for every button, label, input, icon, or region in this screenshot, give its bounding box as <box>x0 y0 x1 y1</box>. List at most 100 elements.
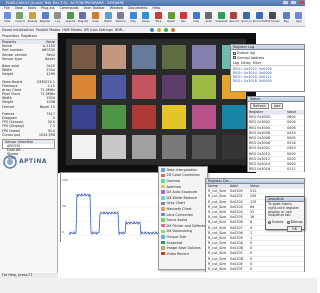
col-addr-header: Addr <box>230 184 238 188</box>
radio-icon[interactable] <box>286 220 290 224</box>
video-record-icon <box>161 251 165 256</box>
graph-tick-label: 0 <box>62 230 64 234</box>
zoom-out-tool-button[interactable]: Zoom Out <box>253 11 266 27</box>
dialog-ok-button[interactable]: OK <box>287 226 302 233</box>
control-tool-button[interactable]: Control <box>14 11 27 27</box>
dialog-text: To grab frame, right-click register disp… <box>268 202 299 218</box>
color-patch <box>72 105 96 129</box>
color-patch <box>132 105 156 129</box>
color-patch <box>102 135 126 159</box>
cell-name: R_cut_Size <box>208 220 227 225</box>
dx-auto-exposure-icon <box>161 190 165 194</box>
camera-view[interactable] <box>58 33 256 173</box>
snapshot-tool-button[interactable]: Snapshot <box>215 11 228 27</box>
preset-orange-icon[interactable] <box>171 28 175 32</box>
reg-tool-button[interactable]: Reg <box>280 11 293 27</box>
graph-window[interactable]: 100 50 0 <box>60 172 161 243</box>
preset-yellow-icon[interactable] <box>157 28 161 32</box>
grab-tool-button[interactable]: Grab <box>203 11 216 27</box>
appl-tool-button[interactable]: Appl <box>292 11 305 27</box>
reset-tool-button[interactable]: Reset <box>165 11 178 27</box>
register-tool-button[interactable]: Register <box>39 11 52 27</box>
color-patch <box>72 75 96 99</box>
color-patch <box>222 105 246 129</box>
quick-setting-2[interactable]: HDR Modes <box>62 28 82 32</box>
rec-tool-button[interactable]: Rec <box>177 11 190 27</box>
menu-item-image-save-options[interactable]: Image Save Options <box>159 245 207 251</box>
record-tool-button[interactable]: Record <box>228 11 241 27</box>
full-screen-tool-button[interactable]: Full Screen <box>266 11 280 27</box>
radio-icon[interactable] <box>268 220 271 224</box>
register-tab-filter[interactable]: Filter <box>253 61 261 65</box>
watch-row[interactable]: REG 0x3016 0111 <box>248 167 304 173</box>
preset-blue-icon[interactable] <box>150 28 154 32</box>
record-tool-label: Record <box>229 20 239 23</box>
property-name: Cursor pos <box>2 132 21 137</box>
dialog-option[interactable]: Enable <box>268 220 284 224</box>
watch-value: 0111 <box>287 167 296 172</box>
cell-value: 8 <box>250 220 253 225</box>
sensor-selection-box: Sensor Selection AR0330 Dual AR... Stereo S… <box>2 138 55 160</box>
stop-tool-button[interactable]: Stop <box>152 11 165 27</box>
snap-tool-button[interactable]: Snap <box>89 11 102 27</box>
log-tool-button[interactable]: Log <box>51 11 64 27</box>
zoom-out-tool-label: Zoom Out <box>252 20 266 23</box>
quick-setting-3[interactable]: DR Gain Settings <box>84 28 113 32</box>
quick-setting-1[interactable]: Parallel Modes <box>36 28 60 32</box>
menu-item-2d-color-correction[interactable]: 2D Color Correction <box>159 173 207 179</box>
cell-addr: 0x0205 <box>230 215 243 220</box>
tab-registers[interactable]: Registers <box>21 34 37 38</box>
color-patch <box>192 105 216 129</box>
menu-item-label: DX Flicker and Defects <box>166 223 206 228</box>
stills-tool-button[interactable]: Stills <box>1 11 14 27</box>
dialog-option[interactable]: Bitmap <box>286 220 303 224</box>
table-row[interactable]: R_cut_Size 0x020F 0 <box>206 267 304 273</box>
full-screen-tool-label: Full Screen <box>265 20 280 23</box>
property-row[interactable]: Cursor pos 1024,598 <box>0 133 57 137</box>
property-value: 1296 <box>46 72 55 77</box>
zoom-in-tool-button[interactable]: Zoom In <box>240 11 253 27</box>
pause-tool-button[interactable]: Pause <box>140 11 153 27</box>
logo-text: APTINA <box>19 158 48 166</box>
register-tab-log[interactable]: Log <box>233 61 239 65</box>
reg-icon <box>282 12 290 19</box>
checkbox-icon[interactable] <box>233 51 236 55</box>
maximize-button[interactable] <box>290 0 297 5</box>
close-button[interactable] <box>298 0 305 5</box>
magnify-tool-button[interactable]: Magnify <box>77 11 90 27</box>
play-tool-button[interactable]: Play <box>127 11 140 27</box>
graphs-tool-button[interactable]: Graphs <box>64 11 77 27</box>
color-patch <box>222 135 246 159</box>
register-tab-delay[interactable]: Delay <box>241 61 251 65</box>
graphs-tool-label: Graphs <box>65 20 75 23</box>
watch-refresh-button[interactable]: Refresh <box>250 103 269 109</box>
presets-tool-button[interactable]: Presets <box>26 11 39 27</box>
menu-item-label: Image Save Options <box>166 246 201 251</box>
cell-addr: 0x0208 <box>230 230 243 235</box>
auto-tool-button[interactable]: Auto <box>190 11 203 27</box>
quick-setting-4[interactable]: HDR... <box>115 28 126 32</box>
tab-properties[interactable]: Properties <box>2 34 19 38</box>
register-option[interactable]: Symbol Address <box>233 56 302 61</box>
appl-icon <box>295 12 303 19</box>
options-tool-button[interactable]: Options <box>114 11 127 27</box>
quick-setting-0[interactable]: Demo Initialization <box>2 28 34 32</box>
cell-name: R_cut_Size <box>208 204 227 209</box>
snapshot-icon <box>161 240 165 245</box>
checkbox-icon[interactable] <box>233 56 236 60</box>
menu-item-dx-flicker-and-defects[interactable]: DX Flicker and Defects <box>159 223 207 229</box>
cell-value: 64 <box>250 204 255 209</box>
preset-green-icon[interactable] <box>164 28 168 32</box>
watch-add-button[interactable]: Add <box>270 103 284 109</box>
cell-value: 0 <box>250 267 253 271</box>
play-icon <box>129 12 137 19</box>
watch-value: 0000 <box>287 151 296 156</box>
watch-tool-button[interactable]: Watch <box>102 11 115 27</box>
presets-tool-label: Presets <box>27 20 38 23</box>
minimize-button[interactable] <box>282 0 289 5</box>
cell-value: 16 <box>250 215 255 220</box>
cell-value: 128 <box>250 199 257 204</box>
watch-value: 04E0 <box>287 146 296 151</box>
menu-item-video-record[interactable]: Video Record <box>159 251 207 257</box>
reset-icon <box>167 12 175 19</box>
